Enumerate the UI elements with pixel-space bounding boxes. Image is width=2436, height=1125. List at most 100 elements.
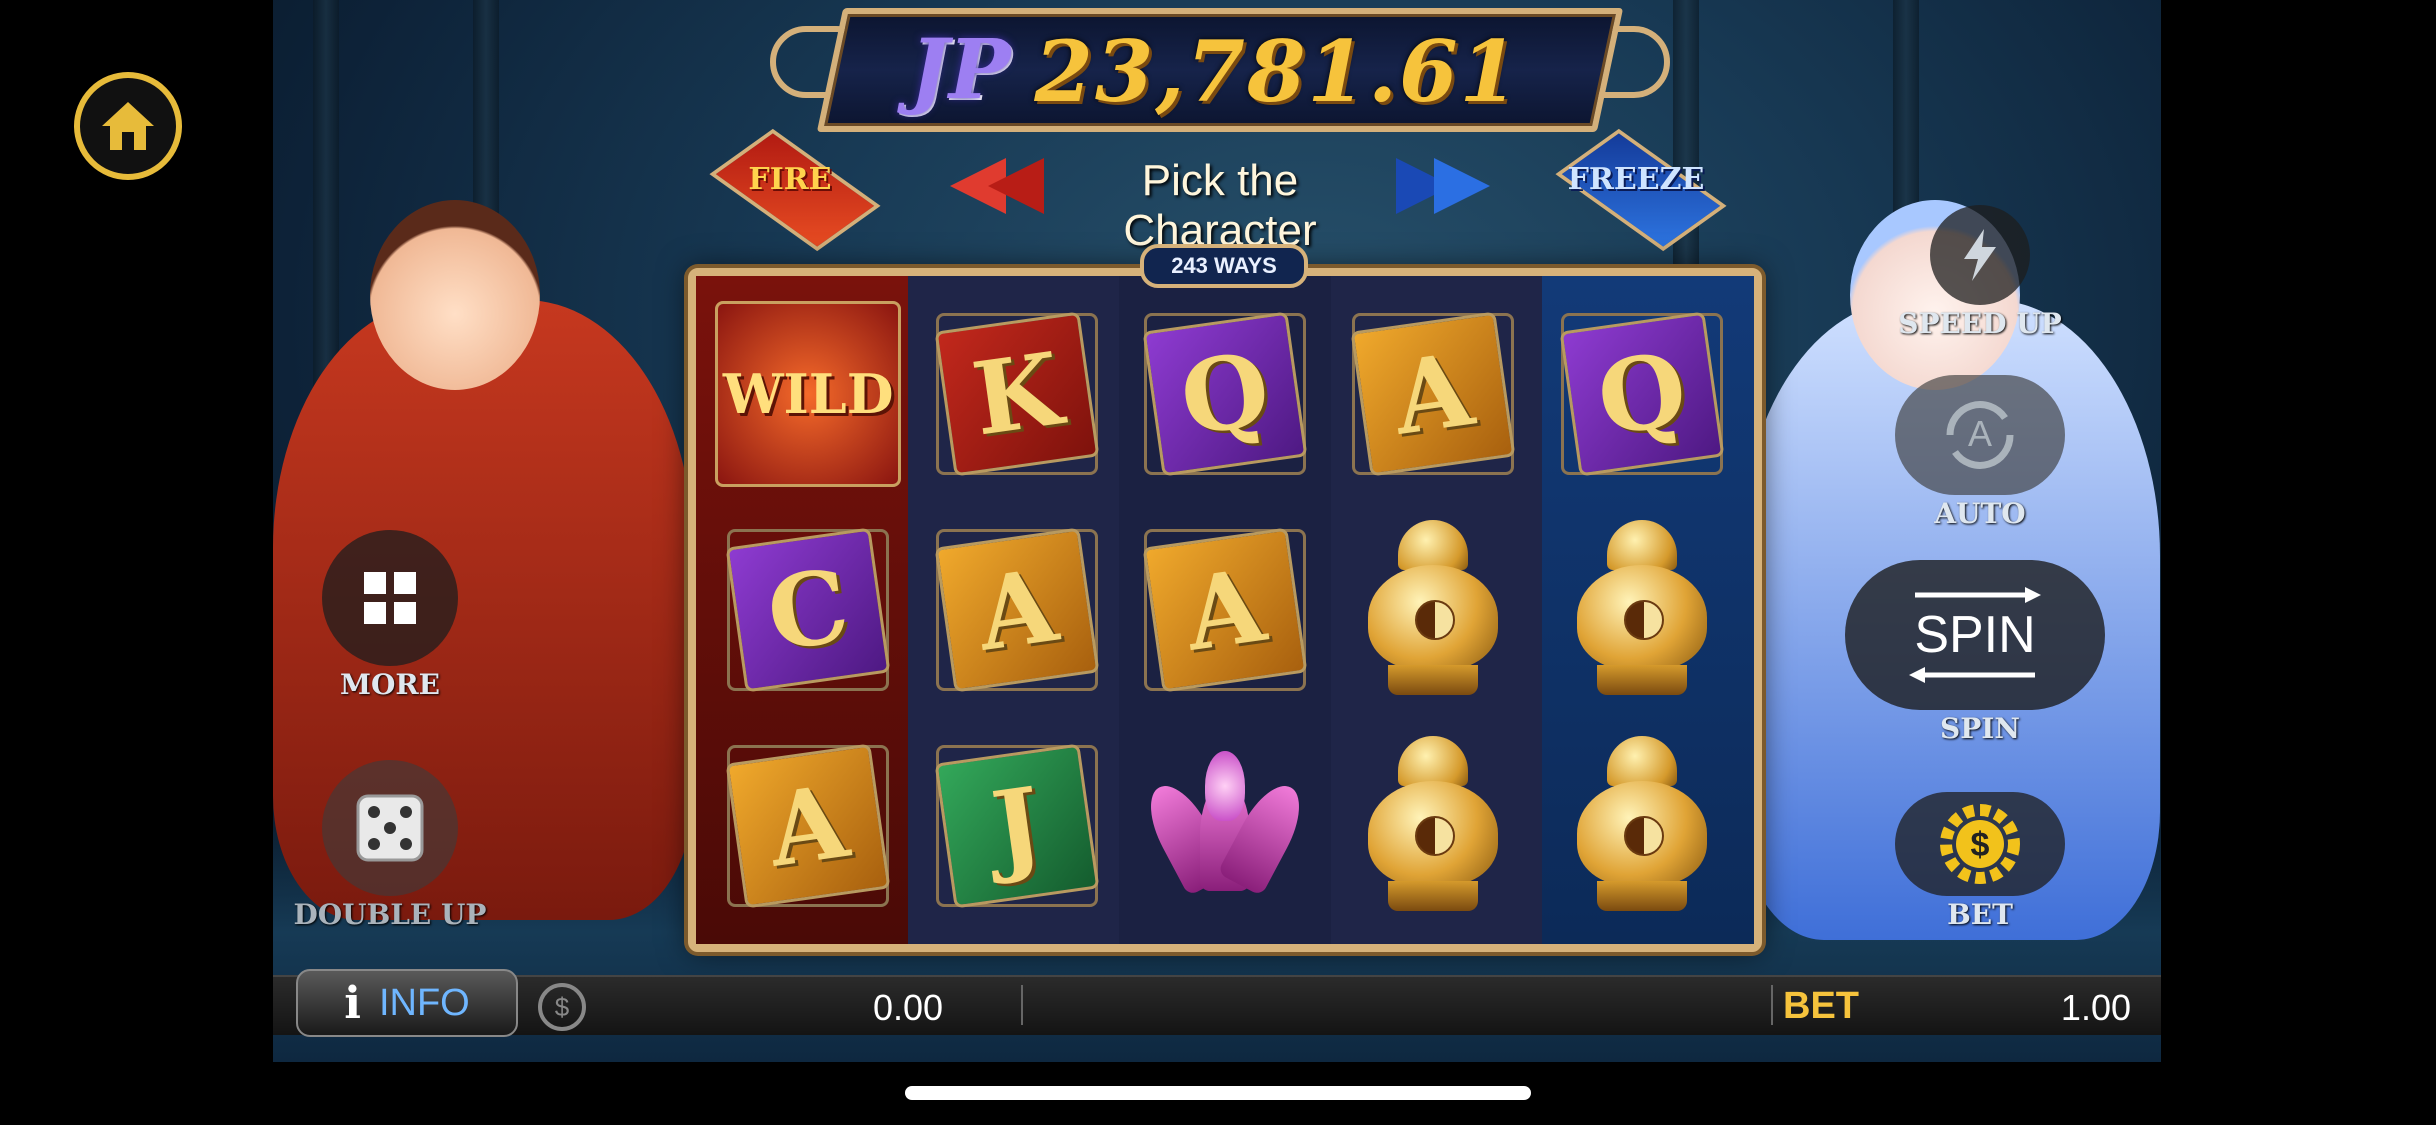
yin-yang-icon: [1623, 600, 1664, 640]
win-value: 0.00: [873, 987, 944, 1028]
urn-symbol: [1358, 520, 1508, 700]
bet-label: BET: [1783, 985, 1859, 1027]
auto-icon-text: A: [1968, 413, 1992, 454]
card-symbol: J: [934, 743, 1100, 909]
card-slot: Q: [1559, 311, 1725, 477]
jackpot-value: 23,781.61: [1034, 22, 1520, 121]
card-symbol: A: [1350, 311, 1516, 477]
dice-icon: [356, 794, 424, 862]
speed-up-button[interactable]: [1930, 205, 2030, 305]
bottom-bar: i INFO $ 0.00 BET 1.00: [273, 969, 2161, 1037]
bet-button[interactable]: $: [1895, 792, 2065, 896]
fire-label: FIRE: [748, 162, 832, 197]
ways-badge: 243 WAYS: [1140, 244, 1308, 288]
info-button[interactable]: i INFO: [296, 969, 518, 1037]
fire-character-button[interactable]: FIRE: [690, 128, 890, 252]
divider: [1771, 985, 1773, 1025]
lotus-symbol: [1137, 751, 1313, 901]
card-slot: A: [1350, 311, 1516, 477]
coin-icon[interactable]: $: [538, 983, 586, 1031]
reel-frame: WILD K Q A Q C A A A J: [688, 268, 1762, 952]
speed-up-label: SPEED UP: [1898, 307, 2062, 340]
auto-control[interactable]: A AUTO: [1880, 375, 2080, 530]
right-arrow-icon: [1434, 158, 1490, 214]
jackpot-label: JP: [910, 22, 1011, 118]
urn-symbol: [1567, 736, 1717, 916]
urn-feet: [1596, 881, 1687, 911]
home-indicator[interactable]: [905, 1086, 1531, 1100]
card-symbol: K: [934, 311, 1100, 477]
auto-label: AUTO: [1934, 497, 2026, 530]
reel-cell: [1121, 718, 1329, 934]
freeze-character-button[interactable]: FREEZE: [1536, 128, 1736, 252]
info-icon: i: [344, 977, 361, 1029]
card-slot: Q: [1142, 311, 1308, 477]
urn-feet: [1388, 881, 1479, 911]
auto-button[interactable]: A: [1895, 375, 2065, 495]
card-symbol: A: [1142, 527, 1308, 693]
card-symbol: A: [934, 527, 1100, 693]
spin-label: SPIN: [1940, 712, 2020, 745]
freeze-label: FREEZE: [1567, 162, 1705, 197]
pick-character-banner: Pick the Character: [950, 152, 1490, 255]
info-label: INFO: [378, 981, 470, 1024]
card-slot: C: [725, 527, 891, 693]
more-control[interactable]: MORE: [300, 530, 480, 701]
reel-cell: [1538, 502, 1746, 718]
divider: [1021, 985, 1023, 1025]
double-up-button[interactable]: [322, 760, 458, 896]
speed-up-control[interactable]: SPEED UP: [1890, 205, 2070, 340]
wild-symbol: WILD: [715, 301, 902, 487]
home-button[interactable]: [74, 72, 182, 180]
card-symbol: Q: [1142, 311, 1308, 477]
reel-cell: C: [704, 502, 912, 718]
card-slot: A: [1142, 527, 1308, 693]
reel-cell: Q: [1121, 286, 1329, 502]
urn-lid: [1398, 736, 1469, 786]
reel-cell: A: [1329, 286, 1537, 502]
jackpot-banner: JP 23,781.61: [770, 8, 1670, 132]
double-up-label: DOUBLE UP: [293, 898, 487, 931]
reel-cell: [1329, 718, 1537, 934]
reel-cell: A: [1121, 502, 1329, 718]
urn-symbol: [1567, 520, 1717, 700]
reel-cell: A: [912, 502, 1120, 718]
spin-control[interactable]: SPIN SPIN: [1845, 560, 2115, 745]
lightning-icon: [1964, 229, 1996, 281]
card-symbol: A: [725, 743, 891, 909]
urn-feet: [1388, 665, 1479, 695]
reel-cell: A: [704, 718, 912, 934]
card-symbol: C: [725, 527, 891, 693]
bet-value: 1.00: [2060, 987, 2131, 1028]
spin-button-text: SPIN: [1914, 606, 2036, 664]
reel-cell: Q: [1538, 286, 1746, 502]
double-up-control[interactable]: DOUBLE UP: [290, 760, 490, 931]
spin-arrows-icon: [1909, 667, 2035, 683]
reel-grid: WILD K Q A Q C A A A J: [704, 286, 1746, 934]
auto-icon: A: [1946, 401, 2014, 469]
reel-cell: J: [912, 718, 1120, 934]
urn-lid: [1398, 520, 1469, 570]
card-slot: J: [934, 743, 1100, 909]
urn-lid: [1606, 736, 1677, 786]
fire-character-head: [370, 200, 540, 390]
spin-button[interactable]: SPIN: [1845, 560, 2105, 710]
left-arrow-icon: [988, 158, 1044, 214]
reel-cell: [1538, 718, 1746, 934]
home-icon: [102, 102, 154, 150]
yin-yang-icon: [1623, 816, 1664, 856]
more-label: MORE: [340, 668, 440, 701]
urn-lid: [1606, 520, 1677, 570]
dollar-gear-icon: $: [1940, 804, 2020, 884]
urn-symbol: [1358, 736, 1508, 916]
card-slot: A: [725, 743, 891, 909]
reel-cell: WILD: [704, 286, 912, 502]
urn-feet: [1596, 665, 1687, 695]
bet-control[interactable]: $ BET: [1890, 792, 2070, 931]
reel-cell: K: [912, 286, 1120, 502]
card-slot: A: [934, 527, 1100, 693]
spin-arrows-icon: [1915, 587, 2041, 603]
bet-control-label: BET: [1947, 898, 2013, 931]
more-button[interactable]: [322, 530, 458, 666]
card-slot: K: [934, 311, 1100, 477]
